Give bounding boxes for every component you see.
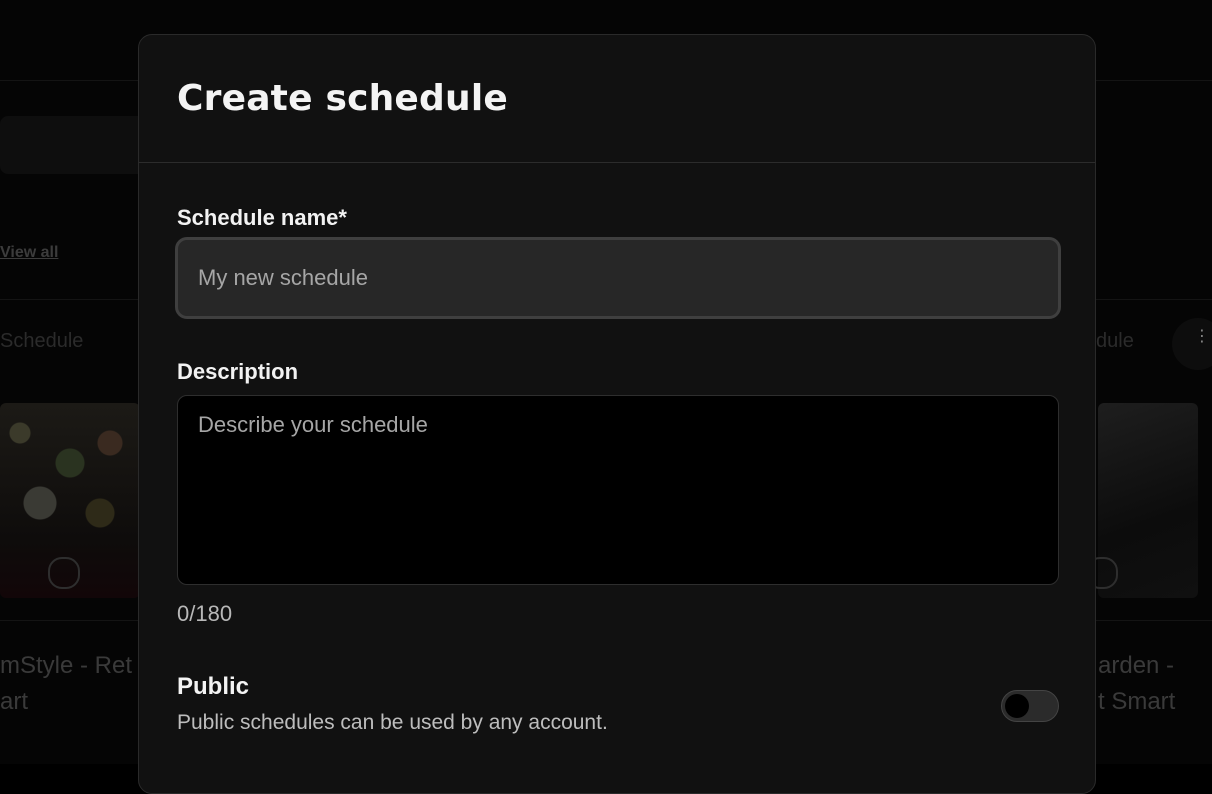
- background-card-thumbnail-right: [1086, 403, 1198, 598]
- card-title-line: t Smart: [1098, 688, 1176, 715]
- schedule-name-input[interactable]: [175, 237, 1061, 319]
- toggle-knob: [1005, 694, 1029, 718]
- card-title-line: arden -: [1098, 652, 1175, 679]
- background-card-thumbnail-left: [0, 403, 140, 598]
- background-card-label-right: dule: [1096, 330, 1134, 352]
- public-setting-title: Public: [177, 673, 250, 700]
- background-card-title-right: arden - t Smart: [1098, 648, 1212, 720]
- description-textarea[interactable]: [177, 395, 1059, 585]
- modal-header: Create schedule: [139, 35, 1095, 163]
- create-schedule-modal: Create schedule Schedule name* Descripti…: [138, 34, 1096, 794]
- public-setting-description: Public schedules can be used by any acco…: [177, 711, 608, 734]
- card-title-line: mStyle - Ret: [0, 652, 133, 679]
- schedule-name-label: Schedule name*: [177, 205, 347, 230]
- more-vertical-icon: ⋮: [1194, 326, 1210, 345]
- description-label: Description: [177, 359, 299, 384]
- background-card-title-left: mStyle - Ret art: [0, 648, 140, 720]
- card-title-line: art: [0, 688, 29, 715]
- background-card-label-left: Schedule: [0, 330, 84, 352]
- character-count: 0/180: [177, 601, 233, 626]
- view-all-link[interactable]: View all: [0, 244, 58, 262]
- schedule-icon: [48, 557, 80, 589]
- modal-title: Create schedule: [177, 78, 509, 119]
- public-toggle[interactable]: [1001, 690, 1059, 722]
- more-options-button[interactable]: ⋮: [1172, 318, 1212, 370]
